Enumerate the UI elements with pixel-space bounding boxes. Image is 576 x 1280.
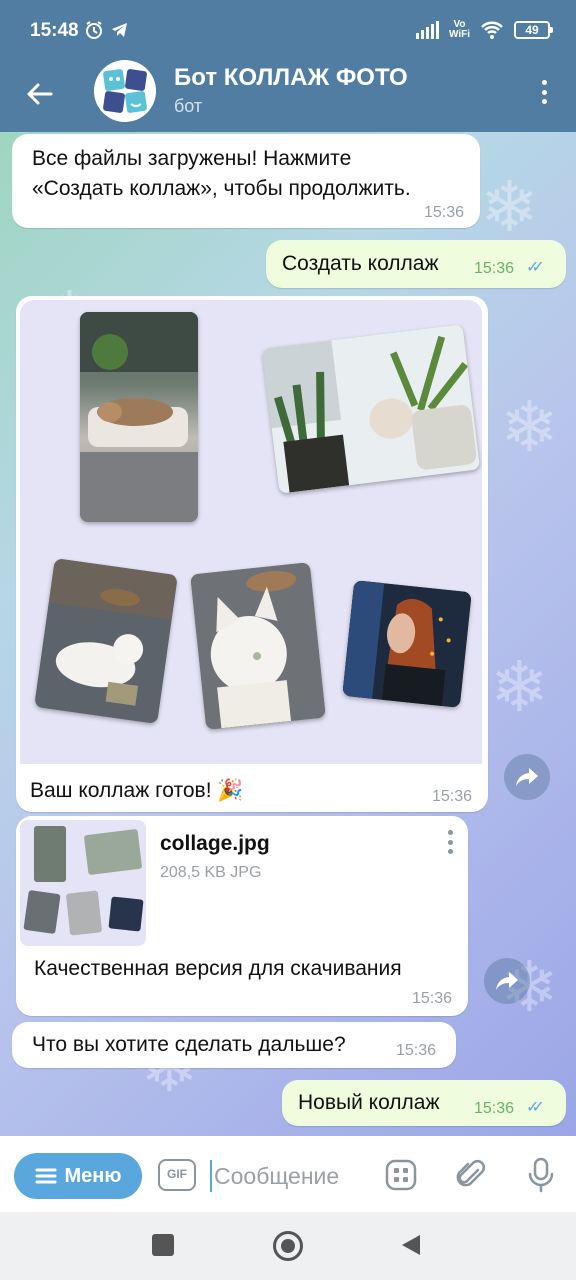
message-time: 15:36 (423, 204, 464, 221)
message-text: Что вы хотите сделать дальше? (32, 1033, 346, 1056)
read-checks-icon: ✓✓ (526, 1099, 545, 1116)
incoming-message[interactable]: Все файлы загружены! Нажмите «Создать ко… (12, 134, 480, 228)
more-menu-button[interactable] (534, 74, 554, 110)
chat-subtitle: бот (174, 96, 203, 116)
bot-avatar-icon (94, 60, 156, 122)
chat-header: Бот КОЛЛАЖ ФОТО бот (0, 60, 576, 132)
file-message[interactable]: collage.jpg 208,5 KB JPG Качественная ве… (16, 816, 468, 1016)
message-time: 15:36 (431, 788, 472, 805)
white-cat-illustration (34, 558, 178, 724)
plants-illustration (261, 324, 481, 494)
collage-photo-cat-cushion (80, 312, 198, 522)
message-text: «Создать коллаж», чтобы продолжить. (32, 177, 411, 200)
outgoing-message[interactable]: Новый коллаж 15:36 ✓✓ (282, 1080, 566, 1126)
pattern-snowflake-icon: ❄ (480, 168, 539, 246)
message-time: 15:36 (411, 990, 452, 1007)
menu-label: Меню (64, 1164, 122, 1187)
forward-button[interactable] (484, 958, 530, 1004)
file-thumbnail[interactable] (20, 820, 146, 946)
avatar[interactable] (94, 60, 156, 122)
pattern-snowflake-icon: ❄ (490, 648, 549, 726)
battery-icon: 49 (514, 21, 553, 39)
nav-home-icon[interactable] (273, 1231, 303, 1261)
status-time: 15:48 (30, 20, 79, 41)
telegram-icon (112, 23, 127, 37)
read-checks-icon: ✓✓ (526, 259, 545, 276)
message-input[interactable] (210, 1160, 370, 1192)
message-text: Новый коллаж (298, 1091, 440, 1114)
collage-photo-white-cat-closeup (190, 562, 326, 730)
cat-closeup-illustration (190, 562, 326, 730)
status-bar: 15:48 Vo WiFi 49 (0, 0, 576, 60)
collage-photo-plants-cat (261, 324, 481, 494)
chat-messages[interactable]: ❄ ❄ ❄ ❄ ❄ ❄ Все файлы загружены! Нажмите… (0, 132, 576, 1136)
message-input-bar: Меню GIF (0, 1138, 576, 1212)
chat-title[interactable]: Бот КОЛЛАЖ ФОТО (174, 64, 408, 92)
incoming-message[interactable]: Что вы хотите сделать дальше? 15:36 (12, 1022, 456, 1068)
pattern-snowflake-icon: ❄ (500, 388, 559, 466)
message-time: 15:36 (474, 260, 515, 277)
back-button[interactable] (18, 72, 62, 116)
photo-message[interactable]: Ваш коллаж готов! 🎉 15:36 (16, 296, 488, 812)
bot-menu-button[interactable]: Меню (14, 1153, 142, 1199)
forward-icon (516, 768, 538, 786)
signal-icon (415, 21, 439, 39)
emoji-keyboard-button[interactable] (382, 1156, 420, 1194)
microphone-icon (528, 1157, 554, 1193)
voice-button[interactable] (522, 1156, 560, 1194)
collage-image[interactable] (20, 300, 482, 764)
emoji-keyboard-icon (385, 1159, 417, 1191)
collage-photo-portrait (342, 580, 472, 708)
message-time: 15:36 (474, 1100, 515, 1117)
cat-illustration (80, 312, 198, 522)
file-meta: 208,5 KB JPG (160, 864, 262, 881)
file-more-button[interactable] (444, 828, 456, 856)
gif-button[interactable]: GIF (158, 1159, 196, 1191)
forward-button[interactable] (504, 754, 550, 800)
menu-icon (35, 1168, 57, 1184)
outgoing-message[interactable]: Создать коллаж 15:36 ✓✓ (266, 240, 566, 288)
back-arrow-icon (27, 83, 53, 105)
system-nav-bar (0, 1212, 576, 1280)
message-time: 15:36 (396, 1042, 437, 1059)
vowifi-icon: Vo WiFi (448, 19, 470, 40)
nav-square-icon[interactable] (152, 1234, 174, 1256)
wifi-icon (481, 21, 503, 39)
collage-photo-white-cat-sofa (34, 558, 178, 724)
attach-icon (456, 1159, 486, 1187)
nav-back-icon[interactable] (400, 1233, 422, 1257)
alarm-icon (86, 21, 102, 39)
file-caption: Качественная версия для скачивания (34, 957, 402, 980)
file-name[interactable]: collage.jpg (160, 832, 270, 856)
message-text: Создать коллаж (282, 252, 439, 275)
message-text: Все файлы загружены! Нажмите (32, 147, 352, 170)
forward-icon (496, 972, 518, 990)
portrait-illustration (342, 580, 472, 708)
attach-button[interactable] (452, 1156, 490, 1194)
photo-caption: Ваш коллаж готов! 🎉 (30, 779, 244, 802)
